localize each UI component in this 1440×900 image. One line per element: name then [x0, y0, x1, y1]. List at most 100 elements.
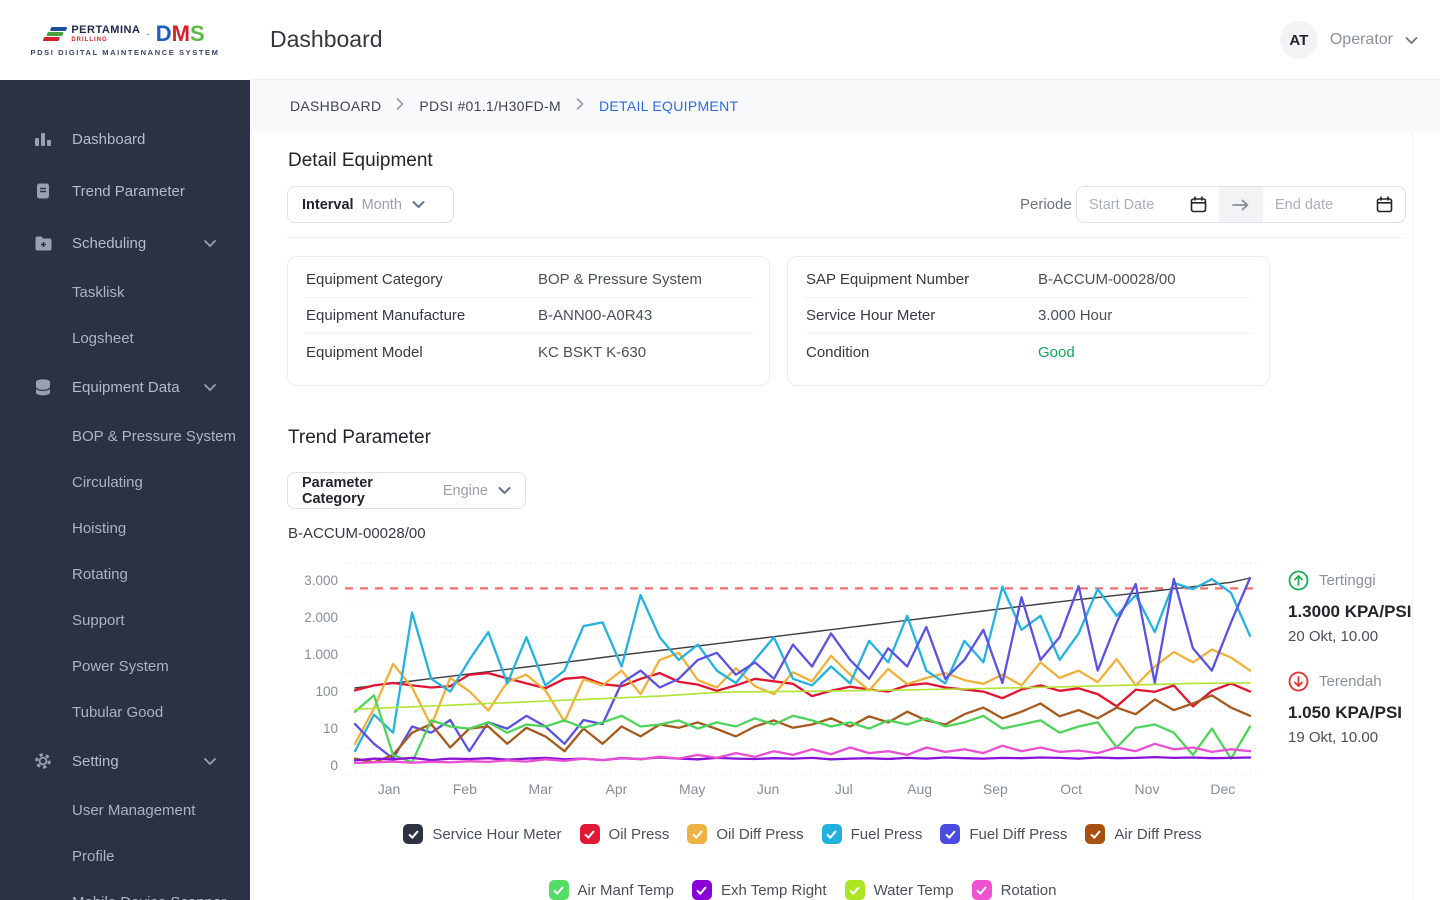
sidebar-item-label: Circulating [72, 473, 143, 491]
sidebar-item-label: Support [72, 611, 125, 629]
legend-label: Water Temp [873, 881, 954, 899]
breadcrumb-dashboard[interactable]: DASHBOARD [290, 98, 381, 114]
chevron-down-icon [204, 753, 216, 770]
legend-label: Rotation [1000, 881, 1057, 899]
legend-checkbox-fuel-diff-press[interactable] [940, 824, 961, 844]
sidebar-item-label: Profile [72, 847, 115, 865]
lowest-label: Terendah [1319, 673, 1382, 690]
condition-status-badge: Good [1038, 343, 1075, 361]
legend-label: Oil Diff Press [716, 825, 804, 843]
chevron-down-icon [498, 486, 511, 495]
start-date-field[interactable] [1077, 187, 1219, 222]
info-row: Condition Good [804, 334, 1253, 370]
legend-checkbox-air-manf-temp[interactable] [548, 880, 569, 900]
date-range-picker [1076, 186, 1406, 223]
x-tick-label: Sep [982, 781, 1008, 797]
start-date-input[interactable] [1089, 196, 1182, 213]
sidebar-item-rotating[interactable]: Rotating [0, 551, 250, 597]
lowest-value: 1.050 KPA/PSI [1288, 703, 1403, 722]
sidebar-item-tasklisk[interactable]: Tasklisk [0, 269, 250, 315]
interval-select[interactable]: Interval Month [287, 186, 454, 223]
end-date-input[interactable] [1275, 196, 1368, 213]
sidebar-item-hoisting[interactable]: Hoisting [0, 505, 250, 551]
content-edge-divider [1412, 132, 1413, 900]
legend-item-water-temp: Water Temp [844, 880, 954, 900]
sidebar-item-label: Tasklisk [72, 283, 125, 301]
calendar-icon[interactable] [1376, 196, 1393, 213]
legend-checkbox-oil-press[interactable] [579, 824, 600, 844]
interval-label: Interval [302, 196, 354, 213]
gear-icon [32, 750, 54, 772]
sidebar-item-tubular-good[interactable]: Tubular Good [0, 689, 250, 735]
sidebar-item-logsheet[interactable]: Logsheet [0, 315, 250, 361]
arrow-up-circle-icon [1288, 570, 1309, 591]
sidebar-item-label: BOP & Pressure System [72, 427, 236, 445]
legend-checkbox-exh-temp-right[interactable] [691, 880, 712, 900]
y-tick-label: 1.000 [304, 647, 338, 662]
user-menu-chevron-icon[interactable] [1405, 36, 1418, 45]
sidebar-item-equipment-data[interactable]: Equipment Data [0, 361, 250, 413]
chevron-down-icon [204, 235, 216, 252]
parameter-category-label: Parameter Category [302, 474, 373, 507]
legend-checkbox-air-diff-press[interactable] [1085, 824, 1106, 844]
app-logo[interactable]: PERTAMINA DRILLING - DMS PDSI DIGITAL MA… [0, 0, 250, 80]
sap-info-card: SAP Equipment Number B-ACCUM-00028/00 Se… [787, 256, 1270, 386]
sidebar-item-label: User Management [72, 801, 196, 819]
breadcrumb: DASHBOARD PDSI #01.1/H30FD-M DETAIL EQUI… [250, 80, 1440, 132]
info-label: Condition [806, 343, 870, 361]
legend-label: Oil Press [608, 825, 670, 843]
legend-checkbox-water-temp[interactable] [844, 880, 865, 900]
legend-checkbox-fuel-press[interactable] [821, 824, 842, 844]
info-label: Equipment Category [306, 271, 443, 288]
sidebar-item-circulating[interactable]: Circulating [0, 459, 250, 505]
info-row: Equipment Model KC BSKT K-630 [304, 334, 753, 370]
legend-item-air-diff-press: Air Diff Press [1085, 824, 1202, 844]
info-value: B-ACCUM-00028/00 [1038, 271, 1176, 288]
legend-checkbox-service-hour-meter[interactable] [403, 824, 424, 844]
info-label: Equipment Manufacture [306, 307, 466, 324]
parameter-category-select[interactable]: Parameter Category Engine [287, 472, 526, 509]
header: Dashboard AT Operator [250, 0, 1440, 80]
sidebar-item-label: Rotating [72, 565, 128, 583]
sidebar-item-scheduling[interactable]: Scheduling [0, 217, 250, 269]
calendar-icon[interactable] [1190, 196, 1207, 213]
highest-label: Tertinggi [1319, 572, 1376, 589]
legend-checkbox-rotation[interactable] [971, 880, 992, 900]
legend-item-oil-press: Oil Press [579, 824, 670, 844]
legend-item-service-hour-meter: Service Hour Meter [403, 824, 562, 844]
sidebar-item-mobile-device-scanner[interactable]: Mobile Device Scanner [0, 879, 250, 900]
highest-date: 20 Okt, 10.00 [1288, 628, 1379, 645]
sidebar-item-bop-pressure-system[interactable]: BOP & Pressure System [0, 413, 250, 459]
highest-stat: Tertinggi 1.3000 KPA/PSI 20 Okt, 10.00 [1288, 570, 1438, 645]
legend-label: Service Hour Meter [432, 825, 562, 843]
breadcrumb-equipment[interactable]: PDSI #01.1/H30FD-M [419, 98, 561, 114]
x-tick-label: Nov [1134, 781, 1160, 797]
legend-label: Fuel Press [850, 825, 923, 843]
detail-equipment-title: Detail Equipment [288, 150, 433, 171]
legend-label: Air Diff Press [1114, 825, 1202, 843]
sidebar-item-power-system[interactable]: Power System [0, 643, 250, 689]
sidebar-item-label: Equipment Data [72, 378, 180, 396]
info-row: Equipment Manufacture B-ANN00-A0R43 [304, 298, 753, 334]
sidebar-item-profile[interactable]: Profile [0, 833, 250, 879]
end-date-field[interactable] [1263, 187, 1405, 222]
sidebar-item-setting[interactable]: Setting [0, 735, 250, 787]
sidebar-item-user-management[interactable]: User Management [0, 787, 250, 833]
x-tick-label: Dec [1210, 781, 1236, 797]
avatar[interactable]: AT [1279, 21, 1318, 59]
x-tick-label: Feb [452, 781, 477, 797]
info-value: KC BSKT K-630 [538, 343, 647, 361]
y-tick-label: 2.000 [304, 610, 338, 625]
legend-label: Exh Temp Right [720, 881, 827, 899]
logo-pertamina-text: PERTAMINA [71, 24, 141, 36]
sidebar-item-dashboard[interactable]: Dashboard [0, 113, 250, 165]
interval-value: Month [361, 196, 402, 213]
sidebar-item-trend-parameter[interactable]: Trend Parameter [0, 165, 250, 217]
info-value: B-ANN00-A0R43 [538, 307, 653, 324]
date-arrow-icon [1219, 187, 1263, 222]
x-tick-label: Apr [605, 781, 628, 797]
legend-checkbox-oil-diff-press[interactable] [687, 824, 708, 844]
sidebar-item-support[interactable]: Support [0, 597, 250, 643]
info-row: Service Hour Meter 3.000 Hour [804, 298, 1253, 334]
legend-item-air-manf-temp: Air Manf Temp [548, 880, 674, 900]
